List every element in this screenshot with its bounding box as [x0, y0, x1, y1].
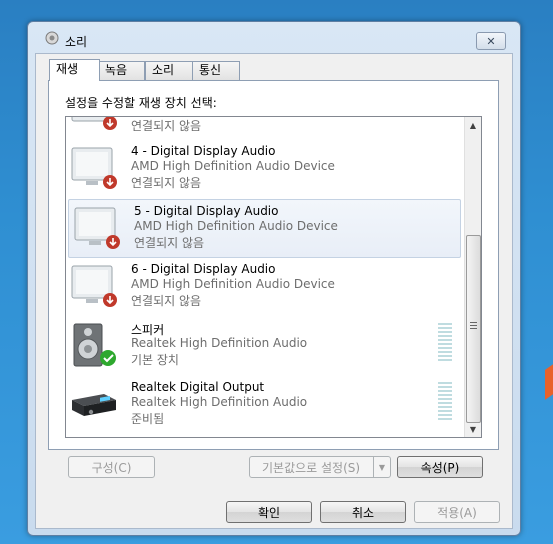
device-status: 연결되지 않음 — [131, 119, 202, 133]
device-description: Realtek High Definition Audio — [131, 395, 308, 409]
dropdown-arrow-icon[interactable]: ▼ — [373, 457, 390, 477]
list-item[interactable]: 4 - Digital Display Audio AMD High Defin… — [66, 140, 463, 199]
cancel-button[interactable]: 취소 — [320, 501, 406, 523]
device-status: 연결되지 않음 — [131, 294, 202, 308]
playback-panel: 설정을 수정할 재생 장치 선택: 연결되지 않음 4 - Digital Di… — [48, 80, 499, 450]
desktop-accent — [545, 360, 553, 400]
list-item[interactable]: Realtek Digital Output Realtek High Defi… — [66, 376, 463, 435]
device-status: 연결되지 않음 — [134, 236, 205, 250]
device-name: 5 - Digital Display Audio — [134, 204, 279, 218]
device-description: Realtek High Definition Audio — [131, 336, 308, 350]
list-item[interactable]: 연결되지 않음 — [66, 117, 463, 140]
device-status: 준비됨 — [131, 412, 165, 426]
device-status: 기본 장치 — [131, 353, 179, 367]
configure-button[interactable]: 구성(C) — [68, 456, 155, 478]
speaker-default-icon — [73, 323, 116, 367]
grip-icon — [470, 322, 477, 331]
monitor-disconnected-icon — [71, 265, 117, 307]
digital-output-icon — [72, 394, 116, 416]
speaker-icon — [45, 31, 59, 45]
monitor-disconnected-icon — [71, 147, 117, 189]
window-title: 소리 — [65, 35, 88, 49]
list-item[interactable]: 6 - Digital Display Audio AMD High Defin… — [66, 258, 463, 317]
tab-recording[interactable]: 녹음 — [98, 61, 145, 80]
device-description: AMD High Definition Audio Device — [131, 277, 335, 291]
list-item-selected[interactable]: 5 - Digital Display Audio AMD High Defin… — [68, 199, 461, 258]
title-bar[interactable]: 소리 ✕ — [28, 22, 520, 52]
sound-dialog: 소리 ✕ 재생 녹음 소리 통신 설정을 수정할 재생 장치 선택: 연결되지 … — [27, 21, 521, 536]
close-icon: ✕ — [486, 34, 496, 48]
monitor-disconnected-icon — [71, 117, 117, 130]
tab-sounds[interactable]: 소리 — [145, 61, 193, 80]
apply-button[interactable]: 적용(A) — [414, 501, 500, 523]
device-status: 연결되지 않음 — [131, 176, 202, 190]
scroll-down-arrow-icon[interactable]: ▼ — [465, 421, 481, 437]
set-default-button[interactable]: 기본값으로 설정(S) ▼ — [249, 456, 391, 478]
monitor-disconnected-icon — [74, 207, 120, 249]
list-item[interactable]: 스피커 Realtek High Definition Audio 기본 장치 — [66, 317, 463, 376]
device-name: 4 - Digital Display Audio — [131, 144, 276, 158]
volume-meter — [438, 382, 452, 422]
instruction-label: 설정을 수정할 재생 장치 선택: — [65, 96, 217, 110]
device-description: AMD High Definition Audio Device — [131, 159, 335, 173]
set-default-label: 기본값으로 설정(S) — [262, 460, 361, 475]
tab-playback[interactable]: 재생 — [49, 59, 100, 81]
device-list[interactable]: 연결되지 않음 4 - Digital Display Audio AMD Hi… — [65, 116, 482, 438]
tab-communications[interactable]: 통신 — [192, 61, 240, 80]
properties-button[interactable]: 속성(P) — [397, 456, 483, 478]
volume-meter — [438, 323, 452, 363]
ok-button[interactable]: 확인 — [226, 501, 312, 523]
device-description: AMD High Definition Audio Device — [134, 219, 338, 233]
scroll-up-arrow-icon[interactable]: ▲ — [465, 117, 481, 133]
device-name: 6 - Digital Display Audio — [131, 262, 276, 276]
list-scrollbar[interactable]: ▲ ▼ — [464, 117, 481, 437]
dialog-client: 재생 녹음 소리 통신 설정을 수정할 재생 장치 선택: 연결되지 않음 4 … — [35, 53, 513, 529]
scroll-thumb[interactable] — [466, 235, 481, 423]
close-button[interactable]: ✕ — [476, 32, 506, 50]
device-name: Realtek Digital Output — [131, 380, 265, 394]
